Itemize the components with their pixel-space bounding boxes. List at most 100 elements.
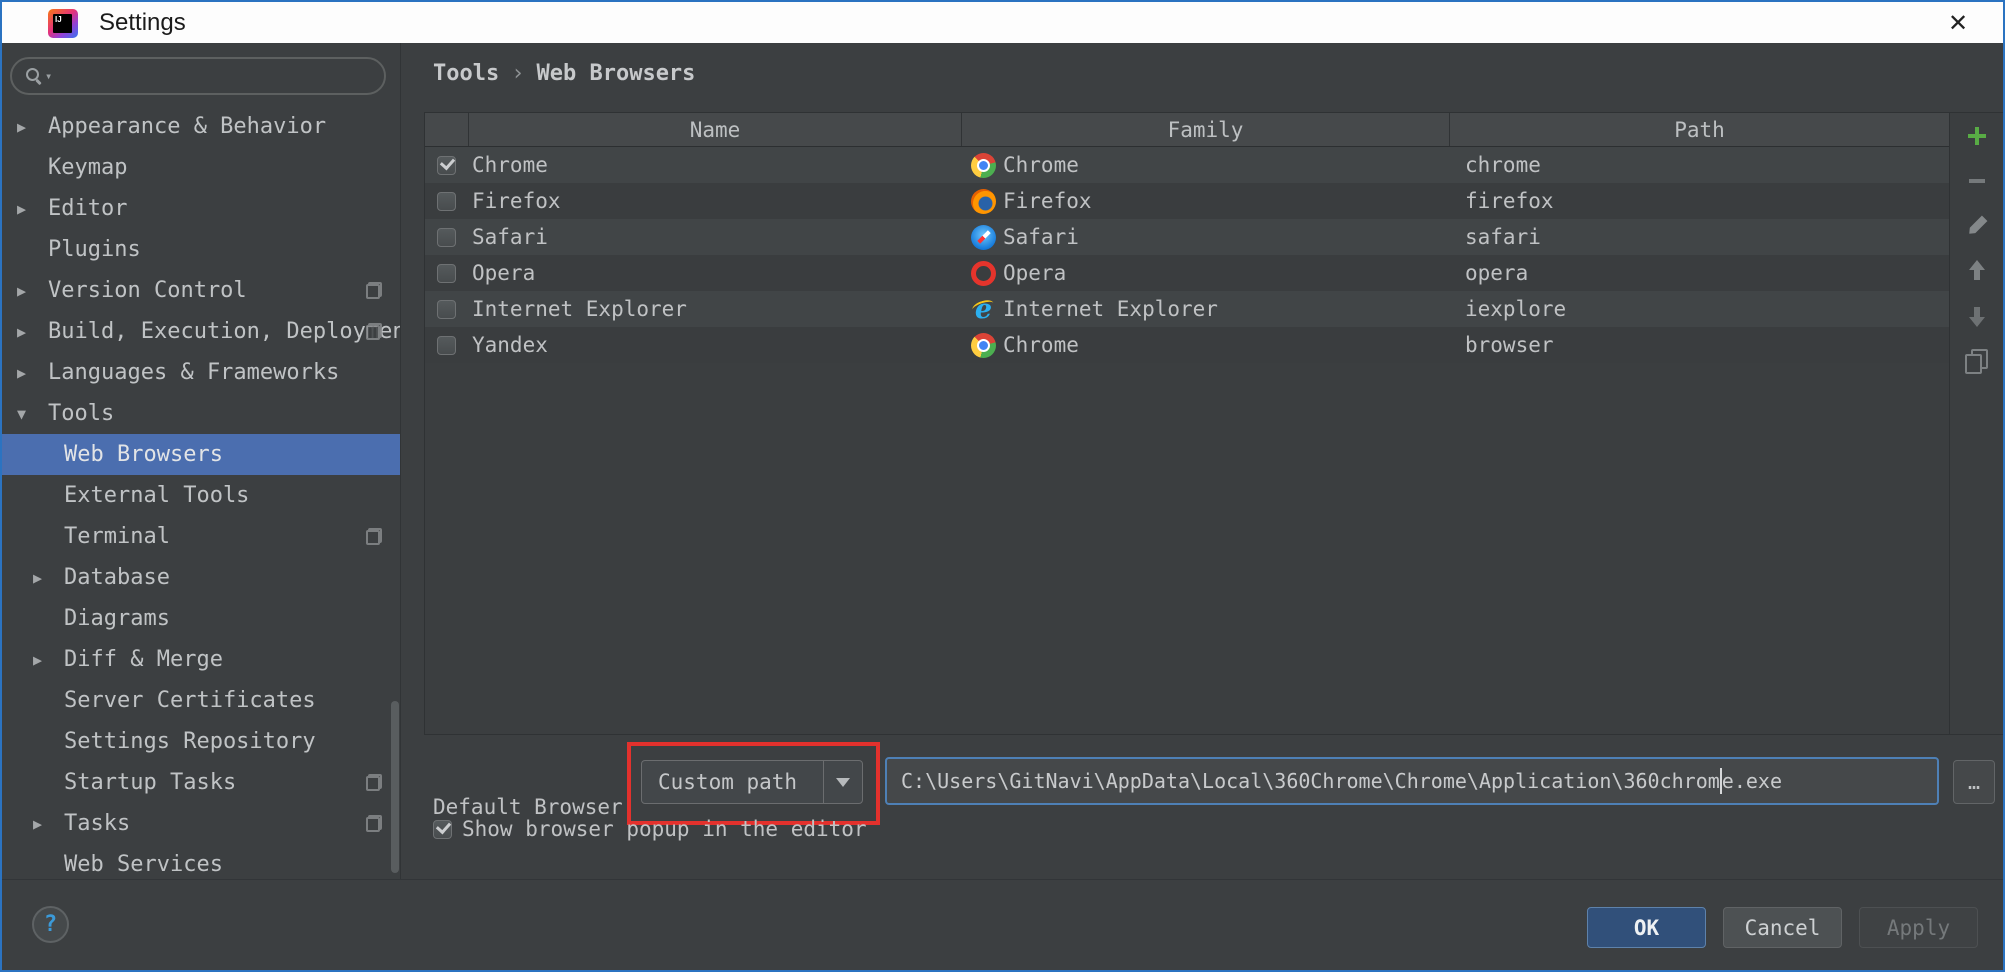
row-name-cell: Opera — [468, 255, 961, 291]
table-row-chrome[interactable]: ChromeChromechrome — [425, 147, 1949, 183]
chevron-down-icon[interactable] — [823, 761, 862, 803]
chevron-collapsed-icon[interactable]: ▶ — [17, 323, 48, 341]
sidebar-item-plugins[interactable]: Plugins — [2, 229, 400, 270]
browser-path: opera — [1465, 261, 1528, 285]
move-down-button[interactable] — [1950, 293, 2004, 338]
row-family-cell: Safari — [961, 219, 1449, 255]
chevron-collapsed-icon[interactable]: ▶ — [17, 282, 48, 300]
chevron-collapsed-icon[interactable]: ▶ — [33, 569, 64, 587]
chevron-expanded-icon[interactable]: ▼ — [17, 405, 48, 423]
chevron-collapsed-icon[interactable]: ▶ — [17, 364, 48, 382]
sidebar-item-label: Startup Tasks — [64, 770, 236, 795]
sidebar-item-web-browsers[interactable]: Web Browsers — [2, 434, 400, 475]
show-popup-checkbox[interactable] — [433, 820, 452, 839]
apply-button[interactable]: Apply — [1859, 907, 1978, 948]
sidebar-item-version-control[interactable]: ▶Version Control — [2, 270, 400, 311]
settings-search-box[interactable]: ▾ — [10, 57, 386, 95]
row-checkbox[interactable] — [437, 192, 456, 211]
ok-button[interactable]: OK — [1587, 907, 1706, 948]
sidebar-item-external-tools[interactable]: External Tools — [2, 475, 400, 516]
sidebar-scrollbar[interactable] — [391, 701, 399, 873]
breadcrumb-tools[interactable]: Tools — [433, 61, 499, 86]
sidebar-item-diff-merge[interactable]: ▶Diff & Merge — [2, 639, 400, 680]
sidebar-item-label: Web Services — [64, 852, 223, 877]
move-up-icon — [1962, 256, 1992, 286]
shared-settings-icon — [366, 774, 382, 791]
sidebar-item-languages-frameworks[interactable]: ▶Languages & Frameworks — [2, 352, 400, 393]
row-checkbox[interactable] — [437, 300, 456, 319]
table-row-opera[interactable]: OperaOperaopera — [425, 255, 1949, 291]
row-checkbox-cell — [425, 327, 468, 363]
row-checkbox-cell — [425, 183, 468, 219]
remove-button[interactable] — [1950, 158, 2004, 203]
shared-settings-icon — [366, 323, 382, 340]
row-path-cell: iexplore — [1449, 291, 1949, 327]
sidebar-item-build-execution-deployment[interactable]: ▶Build, Execution, Deployment — [2, 311, 400, 352]
table-row-internet-explorer[interactable]: Internet ExplorerInternet Exploreriexplo… — [425, 291, 1949, 327]
sidebar-item-editor[interactable]: ▶Editor — [2, 188, 400, 229]
row-checkbox[interactable] — [437, 264, 456, 283]
default-browser-combobox[interactable]: Custom path — [641, 760, 863, 804]
chrome-browser-icon — [971, 153, 996, 178]
chevron-collapsed-icon[interactable]: ▶ — [33, 651, 64, 669]
edit-button[interactable] — [1950, 203, 2004, 248]
sidebar-item-startup-tasks[interactable]: Startup Tasks — [2, 762, 400, 803]
sidebar-item-web-services[interactable]: Web Services — [2, 844, 400, 880]
row-checkbox[interactable] — [437, 228, 456, 247]
browsers-table: Name Family Path ChromeChromechromeFiref… — [424, 112, 1950, 735]
table-row-firefox[interactable]: FirefoxFirefoxfirefox — [425, 183, 1949, 219]
browse-button[interactable]: … — [1953, 760, 1995, 804]
row-checkbox-cell — [425, 291, 468, 327]
browser-name: Yandex — [472, 333, 548, 357]
close-icon[interactable]: ✕ — [1941, 6, 1975, 40]
sidebar-item-label: Build, Execution, Deployment — [48, 319, 400, 344]
row-checkbox[interactable] — [437, 156, 456, 175]
dialog-footer: ? OK Cancel Apply — [2, 879, 2003, 970]
sidebar-item-database[interactable]: ▶Database — [2, 557, 400, 598]
sidebar-item-terminal[interactable]: Terminal — [2, 516, 400, 557]
browser-path: safari — [1465, 225, 1541, 249]
header-path[interactable]: Path — [1449, 113, 1949, 146]
row-path-cell: chrome — [1449, 147, 1949, 183]
table-toolbar — [1950, 112, 2005, 735]
chevron-collapsed-icon[interactable]: ▶ — [17, 118, 48, 136]
sidebar-item-settings-repository[interactable]: Settings Repository — [2, 721, 400, 762]
path-text-after-caret: e.exe — [1722, 769, 1782, 793]
sidebar-item-appearance-behavior[interactable]: ▶Appearance & Behavior — [2, 106, 400, 147]
row-checkbox-cell — [425, 147, 468, 183]
add-button[interactable] — [1950, 113, 2004, 158]
help-icon[interactable]: ? — [32, 906, 69, 943]
sidebar-item-tools[interactable]: ▼Tools — [2, 393, 400, 434]
settings-tree: ▶Appearance & Behavior Keymap ▶EditorPlugi… — [2, 106, 400, 880]
browser-family: Safari — [1003, 225, 1079, 249]
header-checkbox-column[interactable] — [425, 113, 468, 146]
row-name-cell: Safari — [468, 219, 961, 255]
row-checkbox-cell — [425, 219, 468, 255]
row-family-cell: Internet Explorer — [961, 291, 1449, 327]
sidebar-item-label: Keymap — [48, 155, 127, 180]
sidebar-item-diagrams[interactable]: Diagrams — [2, 598, 400, 639]
sidebar-item-tasks[interactable]: ▶Tasks — [2, 803, 400, 844]
search-icon — [24, 66, 44, 86]
search-options-chevron-icon[interactable]: ▾ — [45, 69, 52, 83]
search-input[interactable] — [52, 60, 384, 92]
sidebar-item-label: Languages & Frameworks — [48, 360, 339, 385]
sidebar-item-server-certificates[interactable]: Server Certificates — [2, 680, 400, 721]
header-family[interactable]: Family — [961, 113, 1449, 146]
chevron-collapsed-icon[interactable]: ▶ — [33, 815, 64, 833]
cancel-button[interactable]: Cancel — [1723, 907, 1842, 948]
header-name[interactable]: Name — [468, 113, 961, 146]
chevron-collapsed-icon[interactable]: ▶ — [17, 200, 48, 218]
table-body: ChromeChromechromeFirefoxFirefoxfirefoxS… — [425, 147, 1949, 363]
sidebar-item-keymap[interactable]: Keymap — [2, 147, 400, 188]
custom-path-input[interactable]: C:\Users\GitNavi\AppData\Local\360Chrome… — [885, 757, 1939, 805]
row-checkbox[interactable] — [437, 336, 456, 355]
sidebar-item-label: Terminal — [64, 524, 170, 549]
table-row-yandex[interactable]: YandexChromebrowser — [425, 327, 1949, 363]
row-path-cell: browser — [1449, 327, 1949, 363]
copy-button[interactable] — [1950, 338, 2004, 383]
move-up-button[interactable] — [1950, 248, 2004, 293]
browser-family: Internet Explorer — [1003, 297, 1218, 321]
table-row-safari[interactable]: Safari Safari safari — [425, 219, 1949, 255]
row-name-cell: Yandex — [468, 327, 961, 363]
